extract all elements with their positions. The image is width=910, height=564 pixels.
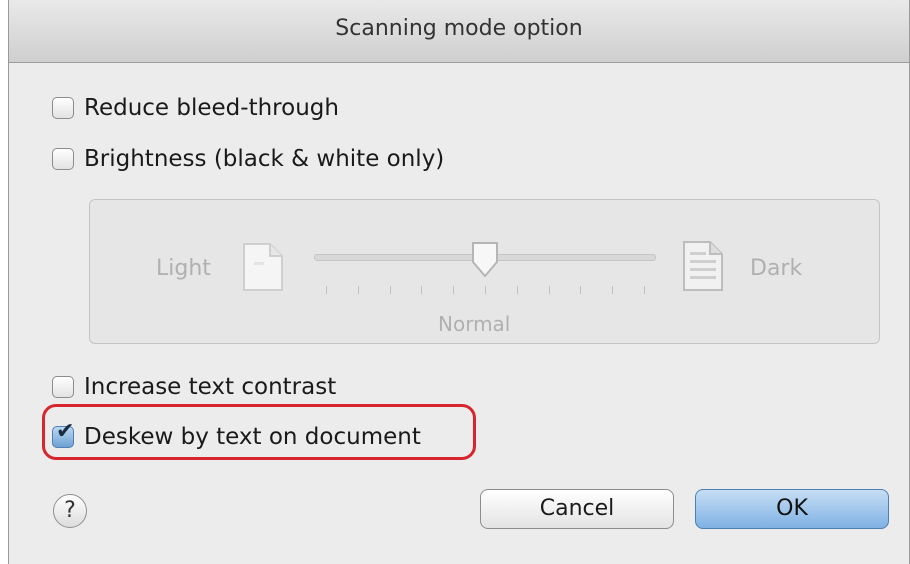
slider-tick (516, 286, 518, 294)
increase-contrast-label: Increase text contrast (84, 374, 337, 400)
brightness-label: Brightness (black & white only) (84, 146, 445, 172)
slider-tick (326, 286, 327, 294)
slider-tick (548, 286, 550, 294)
reduce-bleed-label: Reduce bleed-through (84, 95, 339, 121)
brightness-slider-thumb[interactable] (470, 240, 500, 280)
dark-label: Dark (750, 256, 803, 281)
brightness-panel: Light Dark Normal (89, 199, 880, 344)
increase-contrast-checkbox[interactable] (52, 376, 74, 398)
slider-tick (421, 286, 423, 294)
dialog-window: Scanning mode option Reduce bleed-throug… (8, 0, 910, 564)
slider-tick (580, 286, 582, 294)
slider-tick (612, 286, 614, 294)
normal-label: Normal (438, 312, 511, 336)
reduce-bleed-checkbox[interactable] (52, 97, 74, 119)
brightness-checkbox[interactable] (52, 148, 74, 170)
cancel-button[interactable]: Cancel (480, 489, 674, 529)
help-button[interactable]: ? (53, 494, 87, 528)
title-bar: Scanning mode option (9, 0, 909, 63)
slider-tick (644, 286, 645, 294)
brightness-option[interactable]: Brightness (black & white only) (52, 146, 444, 172)
slider-tick (389, 286, 391, 294)
increase-contrast-option[interactable]: Increase text contrast (52, 374, 336, 400)
slider-tick (453, 286, 455, 294)
light-document-icon (243, 243, 283, 291)
deskew-highlight-annotation (42, 404, 476, 460)
dark-document-icon (683, 241, 723, 291)
slider-tick (357, 286, 359, 294)
reduce-bleed-option[interactable]: Reduce bleed-through (52, 95, 339, 121)
light-label: Light (156, 256, 211, 281)
dialog-title: Scanning mode option (335, 16, 583, 41)
slider-tick (485, 286, 486, 294)
ok-button[interactable]: OK (695, 489, 889, 529)
